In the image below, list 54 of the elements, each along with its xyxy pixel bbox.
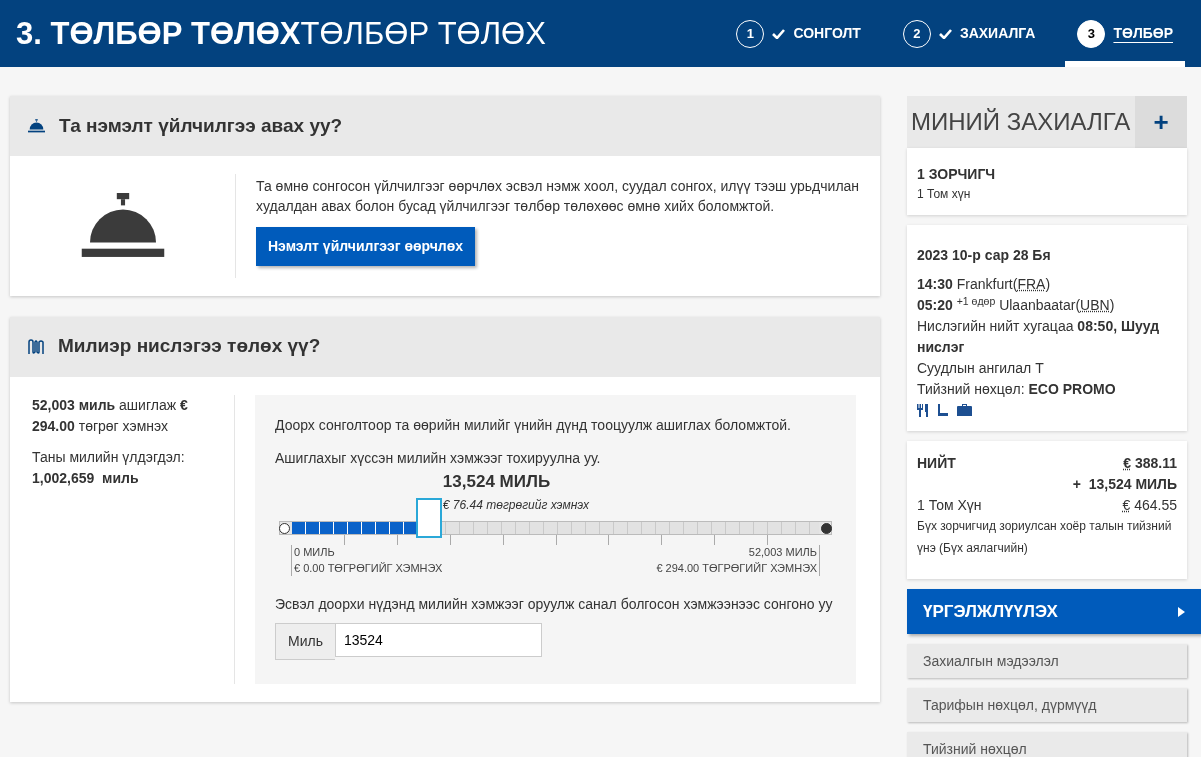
passenger-count: 1 ЗОРЧИГЧ [917, 165, 997, 184]
flight-duration: Нислэгийн нийт хугацаа 08:50, Шууд нислэг [917, 317, 1161, 357]
passenger-type: 1 Том хүн [917, 186, 972, 203]
baggage-icon [957, 404, 972, 416]
min-miles-label: 0 МИЛЬ [294, 544, 336, 560]
seat-icon [937, 404, 949, 417]
selected-savings: € 76.44 төгрөгийг хэмнэх [442, 497, 589, 515]
total-label: НИЙТ [917, 453, 956, 473]
arrival-info: 05:20 $^{+1 өдөр}$ Ulaanbaatar(UBN) [917, 295, 1116, 315]
section-title: Та нэмэлт үйлчилгээ авах уу? [59, 114, 343, 138]
page-title: 3. ТӨЛБӨР ТӨЛӨХТӨЛБӨР ТӨЛӨХ [16, 18, 546, 49]
balance-label: Таны милийн үлдэгдэл: [32, 447, 186, 467]
passenger-label: 1 Том Хүн [917, 496, 982, 515]
step-tab[interactable]: 1 СОНГОЛТ [724, 0, 873, 67]
miles-slider-track[interactable] [279, 520, 832, 535]
max-miles-label: 52,003 МИЛЬ [747, 544, 817, 560]
meal-icon [917, 404, 929, 417]
intro-text: Доорх сонголтоор та өөрийн милийг үнийн дүнд тооцуулж ашиглах боломжтой. [275, 415, 792, 435]
step-tab[interactable]: 3 ТӨЛБӨР [1065, 0, 1185, 67]
fare-conditions: Тийзний нөхцөл: ECO PROMO [917, 380, 1117, 399]
max-savings-label: € 294.00 ТӨГРӨГИЙГ ХЭМНЭХ [656, 560, 817, 576]
departure-info: 14:30 Frankfurt(FRA) [917, 275, 1052, 294]
instruction-text: Ашиглахыг хүссэн милийн хэмжээг тохируулна уу. [275, 448, 602, 468]
slider-handle[interactable] [416, 497, 442, 538]
description-text: Та өмнө сонгосон үйлчилгээг өөрчлөх эсвэл нэмж хоол, суудал сонгох, илүү тээш урьдчилан худалдан авах болон бусад үйлчилгээг төлбөр төлөхөөс өмнө хийх боломжтой. [256, 177, 860, 217]
step-tab[interactable]: 2 ЗАХИАЛГА [890, 0, 1048, 67]
change-services-button[interactable]: Нэмэлт үйлчилгээг өөрчлөх [256, 226, 476, 266]
total-miles: + 13,524 МИЛЬ [1072, 475, 1177, 494]
flight-date: 2023 10-р сар 28 Бя [917, 246, 1052, 265]
check-icon [938, 28, 952, 39]
min-savings-label: € 0.00 ТӨГРӨГИЙГ ХЭМНЭХ [294, 560, 443, 576]
price-note: Бүх зорчигчид зориулсан хоёр талын тийзний үнэ (Бүх аялагчийн) [917, 518, 1173, 557]
add-button[interactable]: + [1135, 96, 1187, 148]
bell-icon [28, 119, 45, 133]
total-price: € 388.11 [1123, 454, 1177, 473]
selected-miles: 13,524 МИЛЬ [442, 470, 552, 493]
continue-button[interactable]: ҮРГЭЛЖЛҮҮЛЭХ [907, 589, 1201, 635]
miles-icon [28, 338, 44, 355]
section-title: Милиэр нислэгээ төлөх үү? [58, 335, 321, 358]
sidebar-link[interactable]: Тийзний нөхцөл [907, 732, 1187, 757]
manual-entry-text: Эсвэл доорхи нүдэнд милийн хэмжээг оруулж санал болгосон хэмжээнээс сонгоно уу [275, 595, 834, 615]
range-start-dot [279, 522, 290, 534]
passenger-price: € 464.55 [1122, 496, 1177, 515]
sidebar-title: МИНИЙ ЗАХИАЛГА [910, 106, 1132, 137]
range-end-dot [821, 522, 832, 534]
cabin-class: Суудлын ангилал T [917, 359, 1045, 378]
caret-icon [1178, 606, 1185, 617]
miles-summary: 52,003 миль ашиглаж € 294.00 төгрөг хэмнэх [32, 395, 189, 436]
input-addon: Миль [275, 623, 335, 661]
balance-value: 1,002,659 миль [32, 468, 140, 488]
check-icon [772, 28, 786, 39]
sidebar-link[interactable]: Захиалгын мэдээлэл [907, 644, 1187, 679]
miles-input-field[interactable]: 13524 [334, 623, 542, 658]
sidebar-link[interactable]: Тарифын нөхцөл, дүрмүүд [907, 688, 1187, 723]
